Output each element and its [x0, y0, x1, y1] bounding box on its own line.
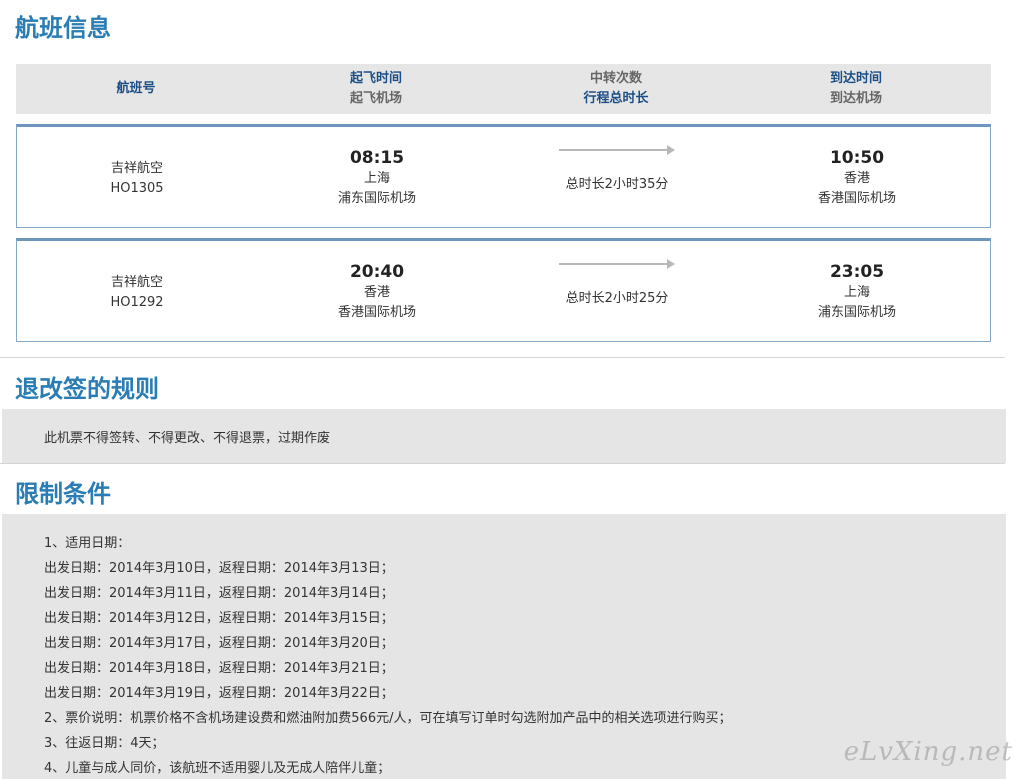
- list-item: 1、适用日期：: [44, 536, 131, 551]
- flight-arrival-cell: 23:05 上海 浦东国际机场: [737, 261, 977, 361]
- arrival-city: 香港: [843, 171, 870, 186]
- list-item: 出发日期：2014年3月17日，返程日期：2014年3月20日；: [44, 636, 394, 651]
- departure-time: 20:40: [349, 262, 405, 282]
- header-arr-time-label[interactable]: 到达时间: [736, 69, 976, 89]
- arrow-right-icon: [559, 259, 675, 269]
- flight-duration: 总时长2小时25分: [565, 291, 669, 306]
- refund-rules-box: 此机票不得签转、不得更改、不得退票，过期作废: [2, 409, 1006, 463]
- arrival-airport: 浦东国际机场: [817, 305, 896, 320]
- flight-airline-cell: 吉祥航空 HO1292: [17, 273, 257, 373]
- restrictions-title: 限制条件: [15, 480, 111, 508]
- arrival-airport: 香港国际机场: [817, 191, 896, 206]
- list-item: 4、儿童与成人同价，该航班不适用婴儿及无成人陪伴儿童；: [44, 761, 391, 776]
- flight-table-header: 航班号 起飞时间 起飞机场 中转次数 行程总时长 到达时间 到达机场: [16, 64, 991, 114]
- header-arr-airport-label[interactable]: 到达机场: [736, 89, 976, 109]
- flight-card: 吉祥航空 HO1305 08:15 上海 浦东国际机场 总时长2小时35分 10…: [16, 124, 991, 228]
- flight-duration: 总时长2小时35分: [565, 177, 669, 192]
- flight-duration-cell: 总时长2小时35分: [497, 145, 737, 245]
- list-item: 出发日期：2014年3月10日，返程日期：2014年3月13日；: [44, 561, 394, 576]
- list-item: 出发日期：2014年3月12日，返程日期：2014年3月15日；: [44, 611, 394, 626]
- header-flight-no: 航班号: [16, 64, 256, 114]
- flight-number: HO1292: [110, 295, 164, 310]
- restrictions-list: 1、适用日期： 出发日期：2014年3月10日，返程日期：2014年3月13日；…: [44, 531, 731, 779]
- airline-name: 吉祥航空: [110, 161, 163, 176]
- refund-rules-text: 此机票不得签转、不得更改、不得退票，过期作废: [44, 431, 331, 446]
- flight-duration-cell: 总时长2小时25分: [497, 259, 737, 359]
- refund-rules-title: 退改签的规则: [15, 375, 159, 403]
- header-arrival: 到达时间 到达机场: [736, 64, 976, 114]
- section-divider: [0, 463, 1005, 464]
- arrow-right-icon: [559, 145, 675, 155]
- header-dep-airport-label[interactable]: 起飞机场: [256, 89, 496, 109]
- flight-number: HO1305: [110, 181, 164, 196]
- flight-arrival-cell: 10:50 香港 香港国际机场: [737, 147, 977, 247]
- section-divider: [0, 357, 1005, 358]
- flight-departure-cell: 08:15 上海 浦东国际机场: [257, 147, 497, 247]
- list-item: 出发日期：2014年3月19日，返程日期：2014年3月22日；: [44, 686, 394, 701]
- list-item: 出发日期：2014年3月11日，返程日期：2014年3月14日；: [44, 586, 394, 601]
- flight-departure-cell: 20:40 香港 香港国际机场: [257, 261, 497, 361]
- header-dep-time-label[interactable]: 起飞时间: [256, 69, 496, 89]
- departure-city: 香港: [363, 285, 390, 300]
- watermark: eLvXing.net: [843, 737, 1013, 767]
- departure-airport: 香港国际机场: [337, 305, 416, 320]
- airline-name: 吉祥航空: [110, 275, 163, 290]
- header-transfers-label[interactable]: 中转次数: [496, 69, 736, 89]
- arrival-city: 上海: [843, 285, 870, 300]
- list-item: 2、票价说明：机票价格不含机场建设费和燃油附加费566元/人，可在填写订单时勾选…: [44, 711, 732, 726]
- list-item: 出发日期：2014年3月18日，返程日期：2014年3月21日；: [44, 661, 394, 676]
- header-departure: 起飞时间 起飞机场: [256, 64, 496, 114]
- header-transfer: 中转次数 行程总时长: [496, 64, 736, 114]
- arrival-time: 23:05: [829, 262, 885, 282]
- departure-city: 上海: [363, 171, 390, 186]
- departure-time: 08:15: [349, 148, 405, 168]
- flight-card: 吉祥航空 HO1292 20:40 香港 香港国际机场 总时长2小时25分 23…: [16, 238, 991, 342]
- header-total-duration-label[interactable]: 行程总时长: [496, 89, 736, 109]
- list-item: 3、往返日期：4天；: [44, 736, 165, 751]
- header-flight-no-label: 航班号: [116, 81, 156, 96]
- departure-airport: 浦东国际机场: [337, 191, 416, 206]
- flight-info-title: 航班信息: [15, 14, 111, 42]
- arrival-time: 10:50: [829, 148, 885, 168]
